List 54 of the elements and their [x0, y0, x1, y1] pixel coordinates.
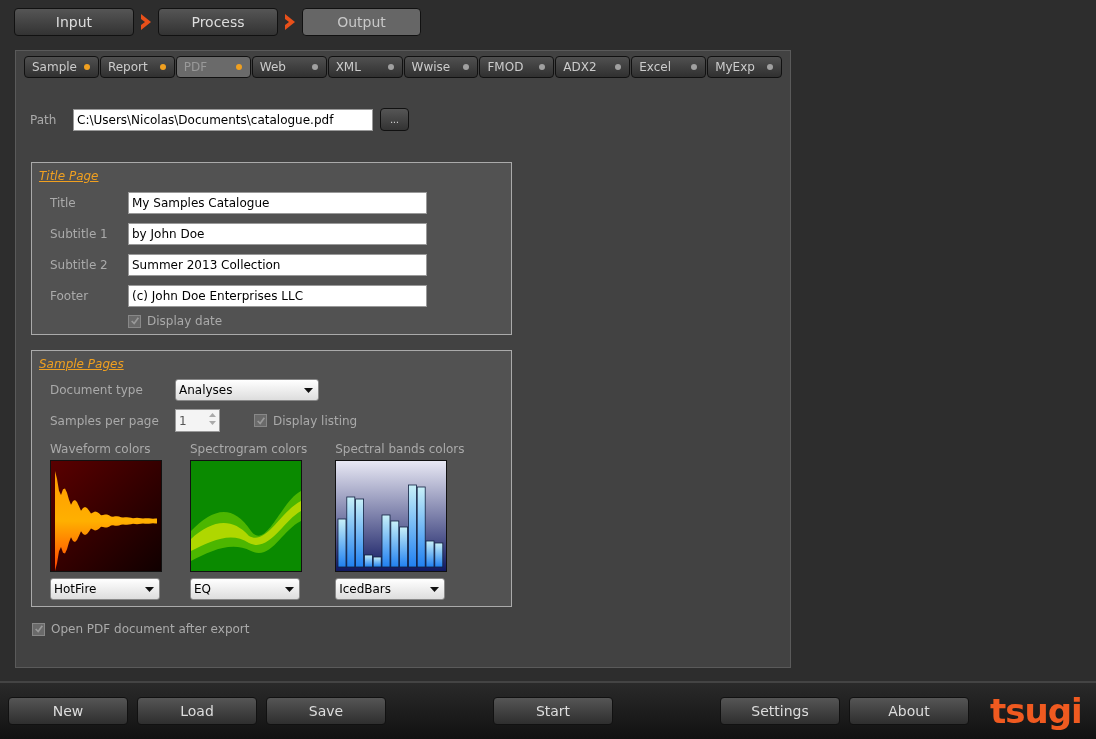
- path-field[interactable]: C:\Users\Nicolas\Documents\catalogue.pdf: [73, 108, 373, 131]
- toolbar-button[interactable]: Start: [493, 697, 613, 725]
- toolbar-button[interactable]: New: [8, 697, 128, 725]
- checkbox[interactable]: [32, 622, 45, 636]
- palette-label: Spectrogram colors: [190, 442, 308, 456]
- step-button[interactable]: Input: [14, 8, 134, 36]
- field-label: Title: [49, 196, 77, 210]
- checkbox-label: Open PDF document after export: [51, 622, 250, 636]
- field-label: Subtitle 1: [49, 227, 109, 241]
- format-tab[interactable]: MyExp: [707, 56, 783, 78]
- text-field[interactable]: by John Doe: [128, 223, 427, 245]
- text-field[interactable]: My Samples Catalogue: [128, 192, 427, 214]
- format-tab[interactable]: ADX2: [555, 56, 631, 78]
- step-button[interactable]: Process: [158, 8, 278, 36]
- palette-dropdown[interactable]: HotFire: [50, 578, 160, 600]
- group-heading: Sample Pages: [39, 357, 124, 371]
- checkbox[interactable]: [128, 314, 141, 328]
- format-tab[interactable]: Wwise: [403, 56, 479, 78]
- checkbox[interactable]: [254, 414, 267, 427]
- toolbar-button[interactable]: Settings: [720, 697, 840, 725]
- dropdown-arrow-icon: [430, 586, 440, 592]
- field-label: Subtitle 2: [49, 258, 109, 272]
- field-label: Document type: [49, 383, 144, 397]
- logo: tsugi: [990, 691, 1082, 731]
- field-label: Footer: [49, 289, 90, 303]
- browse-button[interactable]: ...: [380, 108, 409, 131]
- format-tab[interactable]: FMOD: [479, 56, 555, 78]
- toolbar-button[interactable]: Save: [266, 697, 386, 725]
- path-label: Path: [29, 112, 58, 127]
- dropdown-arrow-icon: [285, 586, 294, 592]
- checkbox-label: Display listing: [273, 413, 358, 428]
- document-type-dropdown[interactable]: Analyses: [175, 379, 319, 401]
- spin-field[interactable]: 1: [175, 409, 220, 432]
- group-heading: Title Page: [39, 169, 99, 183]
- chevron-right-icon: [139, 13, 153, 31]
- field-label: Samples per page: [49, 413, 160, 428]
- format-tab[interactable]: Sample: [24, 56, 99, 78]
- palette-label: Waveform colors: [50, 442, 152, 456]
- spinner-arrows-icon[interactable]: [208, 411, 217, 427]
- text-field[interactable]: (c) John Doe Enterprises LLC: [128, 285, 427, 307]
- toolbar-button[interactable]: Load: [137, 697, 257, 725]
- format-tab[interactable]: Report: [99, 56, 175, 78]
- dropdown-arrow-icon: [145, 586, 154, 592]
- palette-dropdown[interactable]: IcedBars: [335, 578, 446, 600]
- toolbar-button[interactable]: About: [849, 697, 969, 725]
- checkbox-label: Display date: [147, 314, 223, 328]
- format-tab[interactable]: Web: [251, 56, 327, 78]
- format-tab[interactable]: Excel: [631, 56, 707, 78]
- chevron-right-icon: [283, 13, 297, 31]
- format-tab[interactable]: XML: [327, 56, 403, 78]
- text-field[interactable]: Summer 2013 Collection: [128, 254, 427, 276]
- dropdown-arrow-icon: [304, 387, 313, 393]
- palette-label: Spectral bands colors: [335, 442, 465, 456]
- palette-dropdown[interactable]: EQ: [190, 578, 300, 600]
